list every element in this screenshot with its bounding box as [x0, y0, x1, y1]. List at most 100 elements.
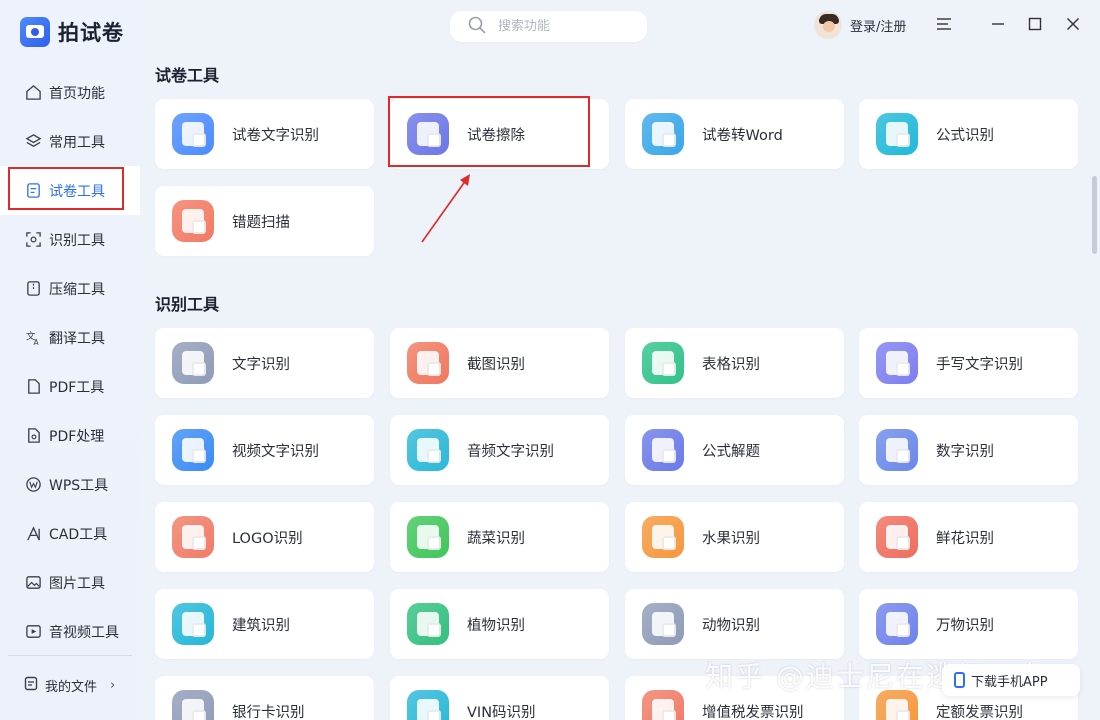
tool-card-label: 数字识别 — [936, 443, 994, 460]
my-files-label: 我的文件 — [45, 679, 98, 695]
sidebar-item-cad[interactable]: CAD工具 — [0, 509, 140, 558]
tool-card-label: 增值税发票识别 — [702, 704, 804, 720]
app-logo-icon — [20, 17, 50, 47]
sidebar-item-label: 图片工具 — [49, 575, 105, 592]
tool-card-audio[interactable]: 音频文字识别 — [390, 415, 609, 485]
tool-card-solve[interactable]: 公式解题 — [625, 415, 844, 485]
sidebar-item-label: 试卷工具 — [49, 183, 105, 200]
sidebar-item-label: 翻译工具 — [49, 330, 105, 347]
fruit-icon — [642, 516, 684, 558]
tool-card-label: 试卷擦除 — [467, 127, 525, 144]
flower-icon — [876, 516, 918, 558]
screenshot-icon — [407, 342, 449, 384]
sidebar-item-paper[interactable]: 试卷工具 — [0, 166, 140, 215]
tool-card-label: LOGO识别 — [232, 530, 303, 547]
my-files-link[interactable]: 我的文件 › — [24, 670, 115, 700]
tool-card-vin[interactable]: VIN码识别 — [390, 676, 609, 720]
tool-card-handwriting[interactable]: 手写文字识别 — [859, 328, 1078, 398]
sidebar-item-scan[interactable]: 识别工具 — [0, 215, 140, 264]
tool-card-label: 动物识别 — [702, 617, 760, 634]
paper-ocr-icon — [172, 113, 214, 155]
video-icon — [172, 429, 214, 471]
sidebar-item-compress[interactable]: 压缩工具 — [0, 264, 140, 313]
tool-card-paper-ocr[interactable]: 试卷文字识别 — [155, 99, 374, 169]
paper-icon — [24, 182, 42, 200]
sidebar-nav: 首页功能 常用工具 试卷工具 识别工具 压缩工具文 A 翻译工具 PDF工具 PDF处理 WPS工… — [0, 68, 140, 656]
sidebar-item-wps[interactable]: WPS工具 — [0, 460, 140, 509]
tool-card-label: 试卷转Word — [702, 127, 783, 144]
tool-card-table[interactable]: 表格识别 — [625, 328, 844, 398]
tool-card-animal[interactable]: 动物识别 — [625, 589, 844, 659]
tool-card-fruit[interactable]: 水果识别 — [625, 502, 844, 572]
everything-icon — [876, 603, 918, 645]
handwriting-icon — [876, 342, 918, 384]
tool-card-video[interactable]: 视频文字识别 — [155, 415, 374, 485]
tool-card-logo[interactable]: LOGO识别 — [155, 502, 374, 572]
text-ocr-icon — [172, 342, 214, 384]
tool-card-flower[interactable]: 鲜花识别 — [859, 502, 1078, 572]
bankcard-icon — [172, 690, 214, 720]
audio-icon — [407, 429, 449, 471]
tool-card-everything[interactable]: 万物识别 — [859, 589, 1078, 659]
scan-icon — [24, 231, 42, 249]
sidebar-item-pdf-process[interactable]: PDF处理 — [0, 411, 140, 460]
section-title-paper-tools: 试卷工具 — [155, 66, 220, 85]
tool-card-text-ocr[interactable]: 文字识别 — [155, 328, 374, 398]
tool-card-label: 建筑识别 — [232, 617, 290, 634]
arrow-annotation — [421, 174, 470, 243]
vat-invoice-icon — [642, 690, 684, 720]
tool-card-label: 鲜花识别 — [936, 530, 994, 547]
pdf-process-icon — [24, 427, 42, 445]
tool-card-plant[interactable]: 植物识别 — [390, 589, 609, 659]
sidebar: 拍试卷 首页功能 常用工具 试卷工具 识别工具 压缩工具文 A 翻译工具 PDF工具 PDF处理… — [0, 0, 140, 720]
tool-card-vat-invoice[interactable]: 增值税发票识别 — [625, 676, 844, 720]
animal-icon — [642, 603, 684, 645]
sidebar-item-pdf[interactable]: PDF工具 — [0, 362, 140, 411]
sidebar-item-image[interactable]: 图片工具 — [0, 558, 140, 607]
sidebar-item-translate[interactable]: 文 A 翻译工具 — [0, 313, 140, 362]
chevron-right-icon: › — [110, 677, 116, 693]
tool-card-label: 植物识别 — [467, 617, 525, 634]
tool-card-paper-word[interactable]: 试卷转Word — [625, 99, 844, 169]
tool-card-label: 试卷文字识别 — [232, 127, 319, 144]
number-icon — [876, 429, 918, 471]
scrollbar-thumb[interactable] — [1092, 176, 1097, 254]
sidebar-item-av[interactable]: 音视频工具 — [0, 607, 140, 656]
sidebar-divider — [8, 655, 132, 656]
file-icon — [24, 676, 38, 695]
pdf-icon — [24, 378, 42, 396]
tool-card-building[interactable]: 建筑识别 — [155, 589, 374, 659]
compress-icon — [24, 280, 42, 298]
scrollbar[interactable] — [1090, 56, 1100, 720]
sidebar-item-label: 压缩工具 — [49, 281, 105, 298]
plant-icon — [407, 603, 449, 645]
sidebar-item-label: 音视频工具 — [49, 624, 119, 641]
tool-card-formula[interactable]: 公式识别 — [859, 99, 1078, 169]
tool-card-label: 公式识别 — [936, 127, 994, 144]
av-icon — [24, 623, 42, 641]
app-logo: 拍试卷 — [20, 16, 124, 48]
sidebar-item-label: PDF处理 — [49, 428, 105, 445]
sidebar-item-layers[interactable]: 常用工具 — [0, 117, 140, 166]
logo-icon — [172, 516, 214, 558]
section-title-recognition-tools: 识别工具 — [155, 295, 220, 314]
tool-card-paper-erase[interactable]: 试卷擦除 — [390, 99, 609, 169]
tool-card-bankcard[interactable]: 银行卡识别 — [155, 676, 374, 720]
phone-icon — [954, 672, 965, 688]
tool-card-vegetable[interactable]: 蔬菜识别 — [390, 502, 609, 572]
tool-card-label: 表格识别 — [702, 356, 760, 373]
tool-card-label: 音频文字识别 — [467, 443, 554, 460]
wrong-question-icon — [172, 200, 214, 242]
sidebar-item-label: WPS工具 — [49, 477, 109, 494]
cad-icon — [24, 525, 42, 543]
tool-card-label: 银行卡识别 — [232, 704, 305, 720]
sidebar-item-home[interactable]: 首页功能 — [0, 68, 140, 117]
svg-text:A: A — [33, 338, 39, 346]
tool-card-label: 视频文字识别 — [232, 443, 319, 460]
app-name: 拍试卷 — [58, 21, 124, 45]
tool-card-screenshot[interactable]: 截图识别 — [390, 328, 609, 398]
solve-icon — [642, 429, 684, 471]
download-app-button[interactable]: 下载手机APP — [942, 664, 1080, 696]
tool-card-wrong-question[interactable]: 错题扫描 — [155, 186, 374, 256]
tool-card-number[interactable]: 数字识别 — [859, 415, 1078, 485]
